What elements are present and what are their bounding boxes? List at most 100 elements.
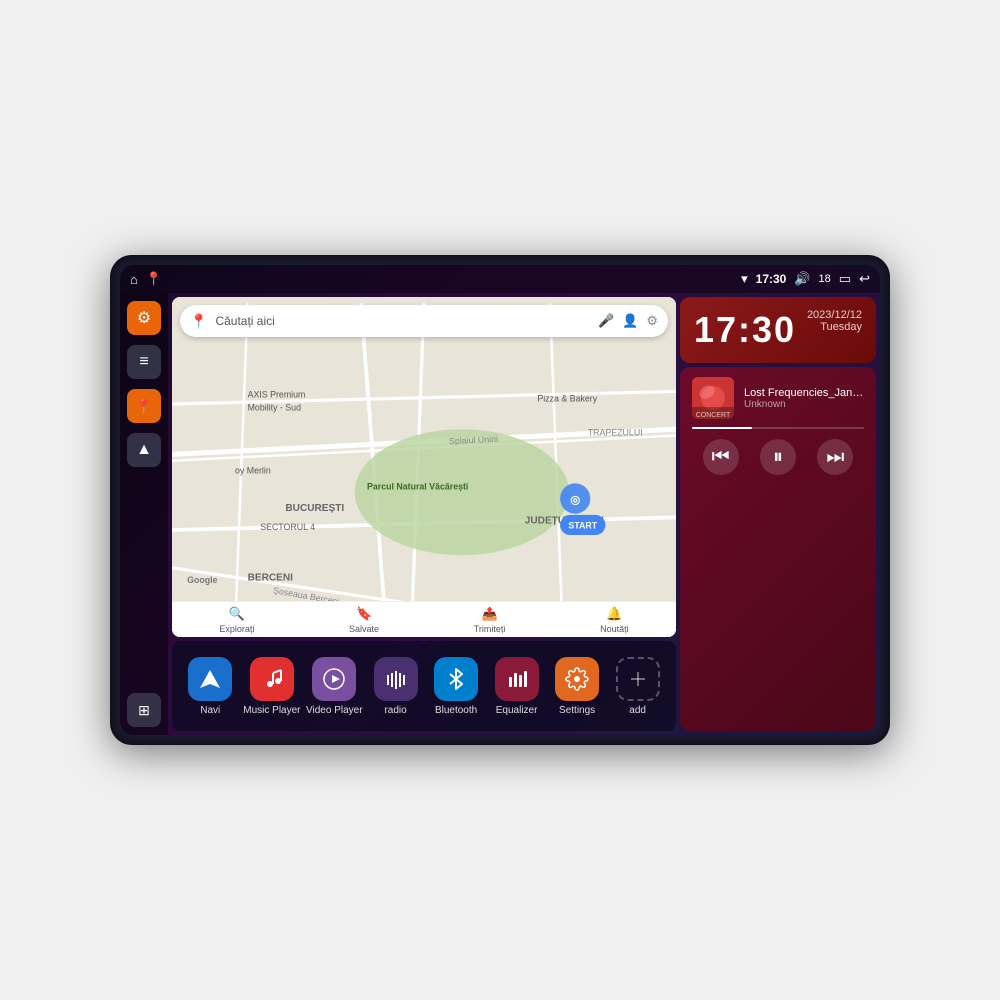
app-navi[interactable]: Navi bbox=[183, 657, 238, 716]
svg-text:BERCENI: BERCENI bbox=[248, 572, 294, 583]
news-label: Noutăți bbox=[600, 624, 629, 634]
settings-app-label: Settings bbox=[559, 705, 595, 716]
music-track-info: CONCERT Lost Frequencies_Janie... Unknow… bbox=[692, 377, 864, 419]
svg-text:AXIS Premium: AXIS Premium bbox=[248, 390, 306, 400]
wifi-icon: ▾ bbox=[741, 271, 748, 287]
user-icon[interactable]: 👤 bbox=[622, 313, 638, 329]
news-icon: 🔔 bbox=[606, 606, 622, 622]
pause-icon: ⏸ bbox=[773, 446, 783, 469]
battery-level: 18 bbox=[819, 273, 831, 285]
svg-text:TRAPEZULUI: TRAPEZULUI bbox=[588, 428, 643, 438]
music-player-label: Music Player bbox=[243, 705, 300, 716]
bluetooth-label: Bluetooth bbox=[435, 705, 477, 716]
nav-arrow-icon: ▲ bbox=[136, 441, 152, 459]
music-controls: ⏮ ⏸ ⏭ bbox=[692, 439, 864, 475]
saved-label: Salvate bbox=[349, 624, 379, 634]
navi-icon bbox=[188, 657, 232, 701]
battery-icon: ▭ bbox=[839, 271, 851, 287]
app-bluetooth[interactable]: Bluetooth bbox=[429, 657, 484, 716]
clock-date-year: 2023/12/12 bbox=[807, 309, 862, 321]
map-saved-btn[interactable]: 🔖 Salvate bbox=[349, 606, 379, 634]
sidebar-grid-btn[interactable]: ⊞ bbox=[127, 693, 161, 727]
music-widget: CONCERT Lost Frequencies_Janie... Unknow… bbox=[680, 367, 876, 731]
status-left: ⌂ 📍 bbox=[130, 271, 162, 287]
add-icon bbox=[616, 657, 660, 701]
album-art-inner: CONCERT bbox=[692, 377, 734, 419]
map-background: Parcul Natural Văcărești BUCUREȘTI SECTO… bbox=[172, 297, 676, 637]
sidebar-file-btn[interactable]: ≡ bbox=[127, 345, 161, 379]
svg-text:Pizza & Bakery: Pizza & Bakery bbox=[537, 393, 597, 403]
left-sidebar: ⚙ ≡ 📍 ▲ ⊞ bbox=[120, 293, 168, 735]
equalizer-icon bbox=[495, 657, 539, 701]
clock-date-day: Tuesday bbox=[807, 321, 862, 333]
app-video-player[interactable]: Video Player bbox=[306, 657, 363, 716]
equalizer-label: Equalizer bbox=[496, 705, 538, 716]
right-panel: 17:30 2023/12/12 Tuesday bbox=[680, 293, 880, 735]
app-radio[interactable]: radio bbox=[368, 657, 423, 716]
svg-text:◎: ◎ bbox=[570, 495, 580, 507]
explore-icon: 🔍 bbox=[229, 606, 245, 622]
map-widget[interactable]: Parcul Natural Văcărești BUCUREȘTI SECTO… bbox=[172, 297, 676, 637]
app-grid: Navi Music Player Video Player bbox=[172, 641, 676, 731]
video-player-label: Video Player bbox=[306, 705, 363, 716]
sidebar-location-btn[interactable]: 📍 bbox=[127, 389, 161, 423]
settings-app-icon bbox=[555, 657, 599, 701]
music-progress-bar[interactable] bbox=[692, 427, 864, 429]
mic-icon[interactable]: 🎤 bbox=[598, 313, 614, 329]
clock-widget: 17:30 2023/12/12 Tuesday bbox=[680, 297, 876, 363]
map-bottom-bar: 🔍 Explorați 🔖 Salvate 📤 Trimiteți bbox=[172, 601, 676, 637]
svg-text:Google: Google bbox=[187, 575, 217, 585]
saved-icon: 🔖 bbox=[356, 606, 372, 622]
svg-text:Mobility - Sud: Mobility - Sud bbox=[248, 402, 301, 412]
status-bar: ⌂ 📍 ▾ 17:30 🔊 18 ▭ ↩ bbox=[120, 265, 880, 293]
back-icon[interactable]: ↩ bbox=[859, 271, 870, 287]
app-add[interactable]: add bbox=[610, 657, 665, 716]
video-player-icon bbox=[312, 657, 356, 701]
music-album-art: CONCERT bbox=[692, 377, 734, 419]
settings-map-icon[interactable]: ⚙ bbox=[646, 313, 658, 329]
send-label: Trimiteți bbox=[474, 624, 506, 634]
add-label: add bbox=[629, 705, 646, 716]
location-icon: 📍 bbox=[135, 398, 152, 415]
status-time: 17:30 bbox=[756, 272, 787, 286]
explore-label: Explorați bbox=[219, 624, 254, 634]
map-search-text: Căutați aici bbox=[215, 314, 590, 328]
clock-date: 2023/12/12 Tuesday bbox=[807, 309, 862, 333]
settings-icon: ⚙ bbox=[137, 308, 151, 328]
sidebar-settings-btn[interactable]: ⚙ bbox=[127, 301, 161, 335]
svg-text:BUCUREȘTI: BUCUREȘTI bbox=[285, 503, 344, 514]
next-button[interactable]: ⏭ bbox=[817, 439, 853, 475]
bluetooth-icon bbox=[434, 657, 478, 701]
volume-icon[interactable]: 🔊 bbox=[794, 271, 810, 287]
grid-icon: ⊞ bbox=[138, 702, 150, 719]
prev-button[interactable]: ⏮ bbox=[703, 439, 739, 475]
map-svg: Parcul Natural Văcărești BUCUREȘTI SECTO… bbox=[172, 297, 676, 637]
svg-text:SECTORUL 4: SECTORUL 4 bbox=[260, 522, 315, 532]
radio-icon bbox=[374, 657, 418, 701]
music-progress-fill bbox=[692, 427, 752, 429]
map-send-btn[interactable]: 📤 Trimiteți bbox=[474, 606, 506, 634]
device-frame: ⌂ 📍 ▾ 17:30 🔊 18 ▭ ↩ ⚙ ≡ bbox=[110, 255, 890, 745]
app-settings[interactable]: Settings bbox=[550, 657, 605, 716]
file-icon: ≡ bbox=[139, 353, 148, 371]
map-news-btn[interactable]: 🔔 Noutăți bbox=[600, 606, 629, 634]
radio-label: radio bbox=[384, 705, 406, 716]
app-music-player[interactable]: Music Player bbox=[243, 657, 300, 716]
clock-time: 17:30 bbox=[694, 309, 796, 351]
music-player-icon bbox=[250, 657, 294, 701]
navi-label: Navi bbox=[200, 705, 220, 716]
prev-icon: ⏮ bbox=[712, 446, 730, 469]
svg-text:Parcul Natural Văcărești: Parcul Natural Văcărești bbox=[367, 482, 468, 492]
app-equalizer[interactable]: Equalizer bbox=[489, 657, 544, 716]
status-right: ▾ 17:30 🔊 18 ▭ ↩ bbox=[741, 271, 870, 287]
pause-button[interactable]: ⏸ bbox=[760, 439, 796, 475]
svg-text:CONCERT: CONCERT bbox=[696, 412, 731, 419]
send-icon: 📤 bbox=[482, 606, 498, 622]
music-info: Lost Frequencies_Janie... Unknown bbox=[744, 387, 864, 410]
map-search-bar[interactable]: 📍 Căutați aici 🎤 👤 ⚙ bbox=[180, 305, 668, 337]
map-explore-btn[interactable]: 🔍 Explorați bbox=[219, 606, 254, 634]
home-icon[interactable]: ⌂ bbox=[130, 272, 138, 287]
maps-status-icon[interactable]: 📍 bbox=[146, 271, 162, 287]
sidebar-nav-btn[interactable]: ▲ bbox=[127, 433, 161, 467]
svg-text:oy Merlin: oy Merlin bbox=[235, 465, 271, 475]
